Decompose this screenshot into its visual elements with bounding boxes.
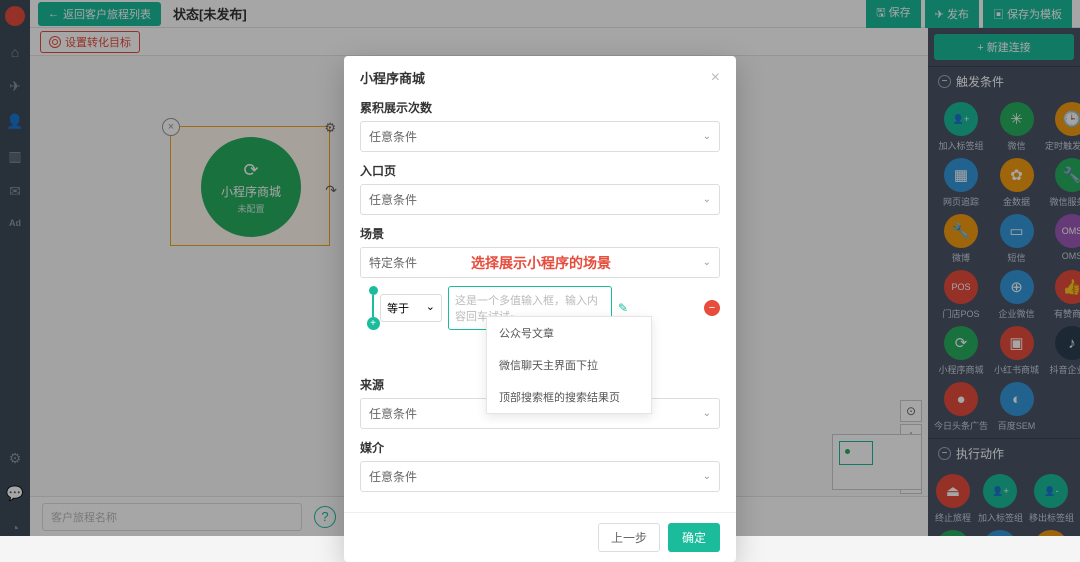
select-show-count[interactable]: 任意条件⌄ [360, 121, 720, 152]
scene-options-dropdown: 公众号文章 微信聊天主界面下拉 顶部搜索框的搜索结果页 [486, 316, 652, 414]
add-condition-button[interactable]: + [367, 317, 380, 330]
config-modal: 小程序商城 × 累积展示次数 任意条件⌄ 入口页 任意条件⌄ 场景 特定条件 选… [344, 56, 736, 562]
dropdown-option[interactable]: 公众号文章 [487, 317, 651, 349]
field-label-entry-page: 入口页 [360, 162, 720, 179]
chevron-down-icon: ⌄ [703, 471, 711, 482]
select-scene[interactable]: 特定条件 选择展示小程序的场景 ⌄ [360, 247, 720, 278]
chevron-down-icon: ⌄ [426, 300, 435, 316]
condition-timeline: + [366, 286, 380, 350]
operator-select[interactable]: 等于⌄ [380, 294, 442, 322]
prev-step-button[interactable]: 上一步 [598, 523, 660, 552]
select-entry-page[interactable]: 任意条件⌄ [360, 184, 720, 215]
dropdown-option[interactable]: 微信聊天主界面下拉 [487, 349, 651, 381]
modal-title: 小程序商城 [360, 68, 425, 87]
chevron-down-icon: ⌄ [703, 257, 711, 268]
edit-icon[interactable]: ✎ [618, 301, 628, 315]
remove-condition-icon[interactable]: − [704, 300, 720, 316]
select-medium[interactable]: 任意条件⌄ [360, 461, 720, 492]
confirm-button[interactable]: 确定 [668, 523, 720, 552]
chevron-down-icon: ⌄ [703, 194, 711, 205]
field-label-scene: 场景 [360, 225, 720, 242]
dropdown-option[interactable]: 顶部搜索框的搜索结果页 [487, 381, 651, 413]
annotation-text: 选择展示小程序的场景 [471, 253, 611, 273]
modal-overlay: 小程序商城 × 累积展示次数 任意条件⌄ 入口页 任意条件⌄ 场景 特定条件 选… [0, 0, 1080, 536]
chevron-down-icon: ⌄ [703, 408, 711, 419]
modal-close-icon[interactable]: × [711, 69, 720, 87]
field-label-medium: 媒介 [360, 439, 720, 456]
chevron-down-icon: ⌄ [703, 131, 711, 142]
field-label-show-count: 累积展示次数 [360, 99, 720, 116]
